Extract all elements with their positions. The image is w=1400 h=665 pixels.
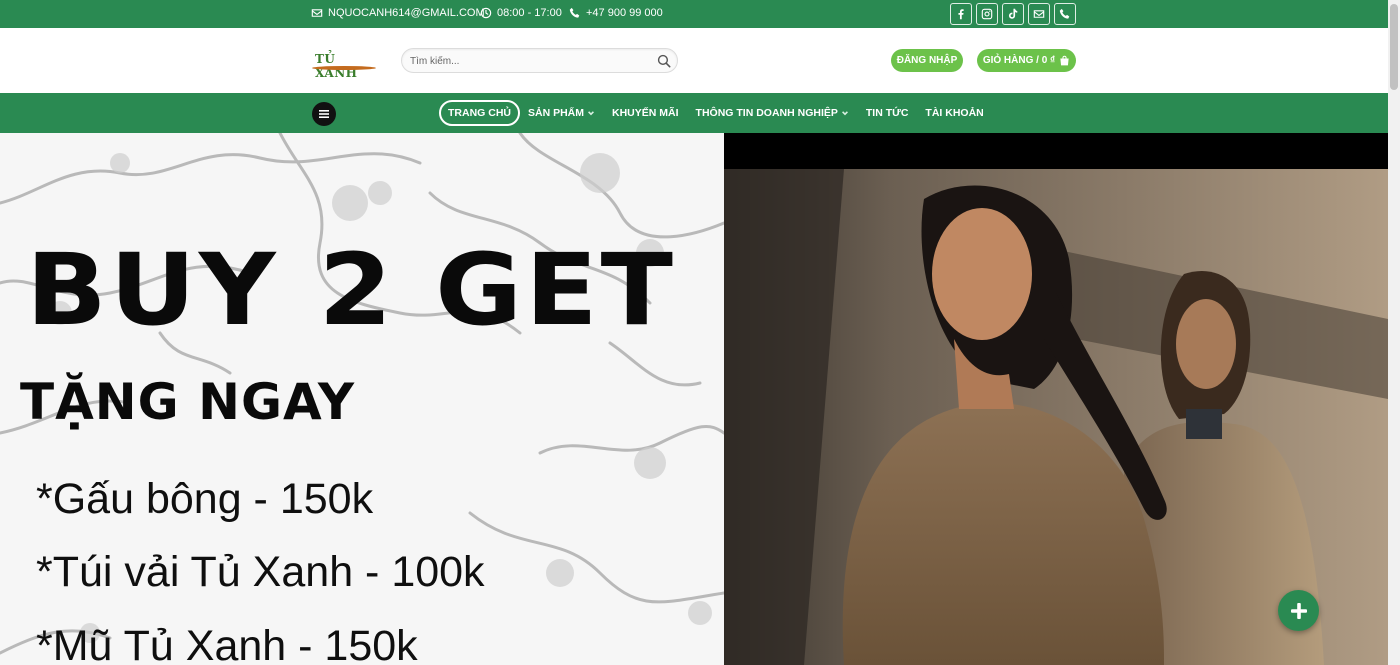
email-text: NQUOCANH614@GMAIL.COM [328, 7, 485, 19]
nav-item-label: SẢN PHẨM [528, 107, 585, 119]
site-logo[interactable]: TỦ XANH [312, 52, 378, 80]
hero-banner[interactable]: BUY 2 GET 1 TẶNG NGAY *Gấu bông - 150k *… [0, 133, 1388, 665]
menu-button[interactable] [312, 102, 336, 126]
tiktok-icon [1008, 8, 1018, 19]
shopping-bag-icon [1060, 55, 1069, 66]
facebook-link[interactable] [950, 3, 972, 25]
floating-plus-button[interactable] [1278, 590, 1319, 631]
promo-subheadline: TẶNG NGAY [20, 373, 356, 431]
chevron-down-icon [588, 111, 594, 116]
hero-photo-panel [724, 133, 1388, 665]
opening-hours: 08:00 - 17:00 [480, 7, 562, 19]
nav-item-label: TRANG CHỦ [448, 107, 511, 119]
nav-item-label: THÔNG TIN DOANH NGHIỆP [695, 107, 838, 119]
phone-text: +47 900 99 000 [586, 7, 663, 19]
clock-icon [480, 7, 492, 19]
mail-icon [1033, 10, 1045, 18]
email-link[interactable] [1028, 3, 1050, 25]
gift-item: *Túi vải Tủ Xanh - 100k [36, 548, 485, 596]
search-icon[interactable] [657, 54, 671, 68]
phone-icon [569, 7, 580, 18]
scrollbar-thumb[interactable] [1390, 4, 1398, 90]
nav-item-label: TÀI KHOẢN [925, 107, 984, 119]
instagram-icon [981, 8, 993, 20]
gift-item: *Gấu bông - 150k [36, 475, 374, 523]
instagram-link[interactable] [976, 3, 998, 25]
contact-phone[interactable]: +47 900 99 000 [569, 7, 663, 19]
social-links [950, 3, 1076, 25]
phone-icon [1059, 8, 1070, 19]
nav-item-account[interactable]: TÀI KHOẢN [925, 100, 983, 126]
nav-menu: TRANG CHỦ SẢN PHẨM KHUYẾN MÃI THÔNG TIN … [439, 100, 1001, 126]
nav-item-business-info[interactable]: THÔNG TIN DOANH NGHIỆP [696, 100, 849, 126]
main-nav: TRANG CHỦ SẢN PHẨM KHUYẾN MÃI THÔNG TIN … [0, 93, 1388, 133]
hours-text: 08:00 - 17:00 [497, 7, 562, 19]
chevron-down-icon [841, 111, 848, 116]
phone-link[interactable] [1054, 3, 1076, 25]
site-header: TỦ XANH ĐĂNG NHẬP GIỎ HÀNG / 0 ₫ [0, 28, 1388, 93]
tiktok-link[interactable] [1002, 3, 1024, 25]
top-bar: NQUOCANH614@GMAIL.COM 08:00 - 17:00 +47 … [0, 0, 1388, 28]
plus-icon [1290, 602, 1307, 619]
search-box [401, 48, 678, 73]
login-button[interactable]: ĐĂNG NHẬP [891, 49, 963, 72]
nav-item-promotions[interactable]: KHUYẾN MÃI [612, 100, 679, 126]
cart-label: GIỎ HÀNG / 0 ₫ [982, 55, 1056, 66]
nav-item-label: TIN TỨC [865, 107, 909, 119]
nav-item-news[interactable]: TIN TỨC [866, 100, 909, 126]
models-photo [724, 169, 1388, 665]
nav-item-label: KHUYẾN MÃI [612, 107, 679, 119]
promo-headline: BUY 2 GET 1 [26, 233, 724, 348]
nav-item-home[interactable]: TRANG CHỦ [439, 100, 520, 126]
nav-item-products[interactable]: SẢN PHẨM [528, 100, 595, 126]
page-scrollbar[interactable] [1388, 0, 1400, 665]
mail-icon [311, 9, 323, 17]
gift-item: *Mũ Tủ Xanh - 150k [36, 622, 418, 665]
logo-swoosh [312, 66, 376, 70]
facebook-icon [958, 9, 964, 20]
promo-panel: BUY 2 GET 1 TẶNG NGAY *Gấu bông - 150k *… [0, 133, 724, 665]
contact-email[interactable]: NQUOCANH614@GMAIL.COM [311, 7, 485, 19]
search-input[interactable] [410, 53, 650, 69]
hamburger-icon [319, 110, 329, 118]
cart-button[interactable]: GIỎ HÀNG / 0 ₫ [977, 49, 1076, 72]
